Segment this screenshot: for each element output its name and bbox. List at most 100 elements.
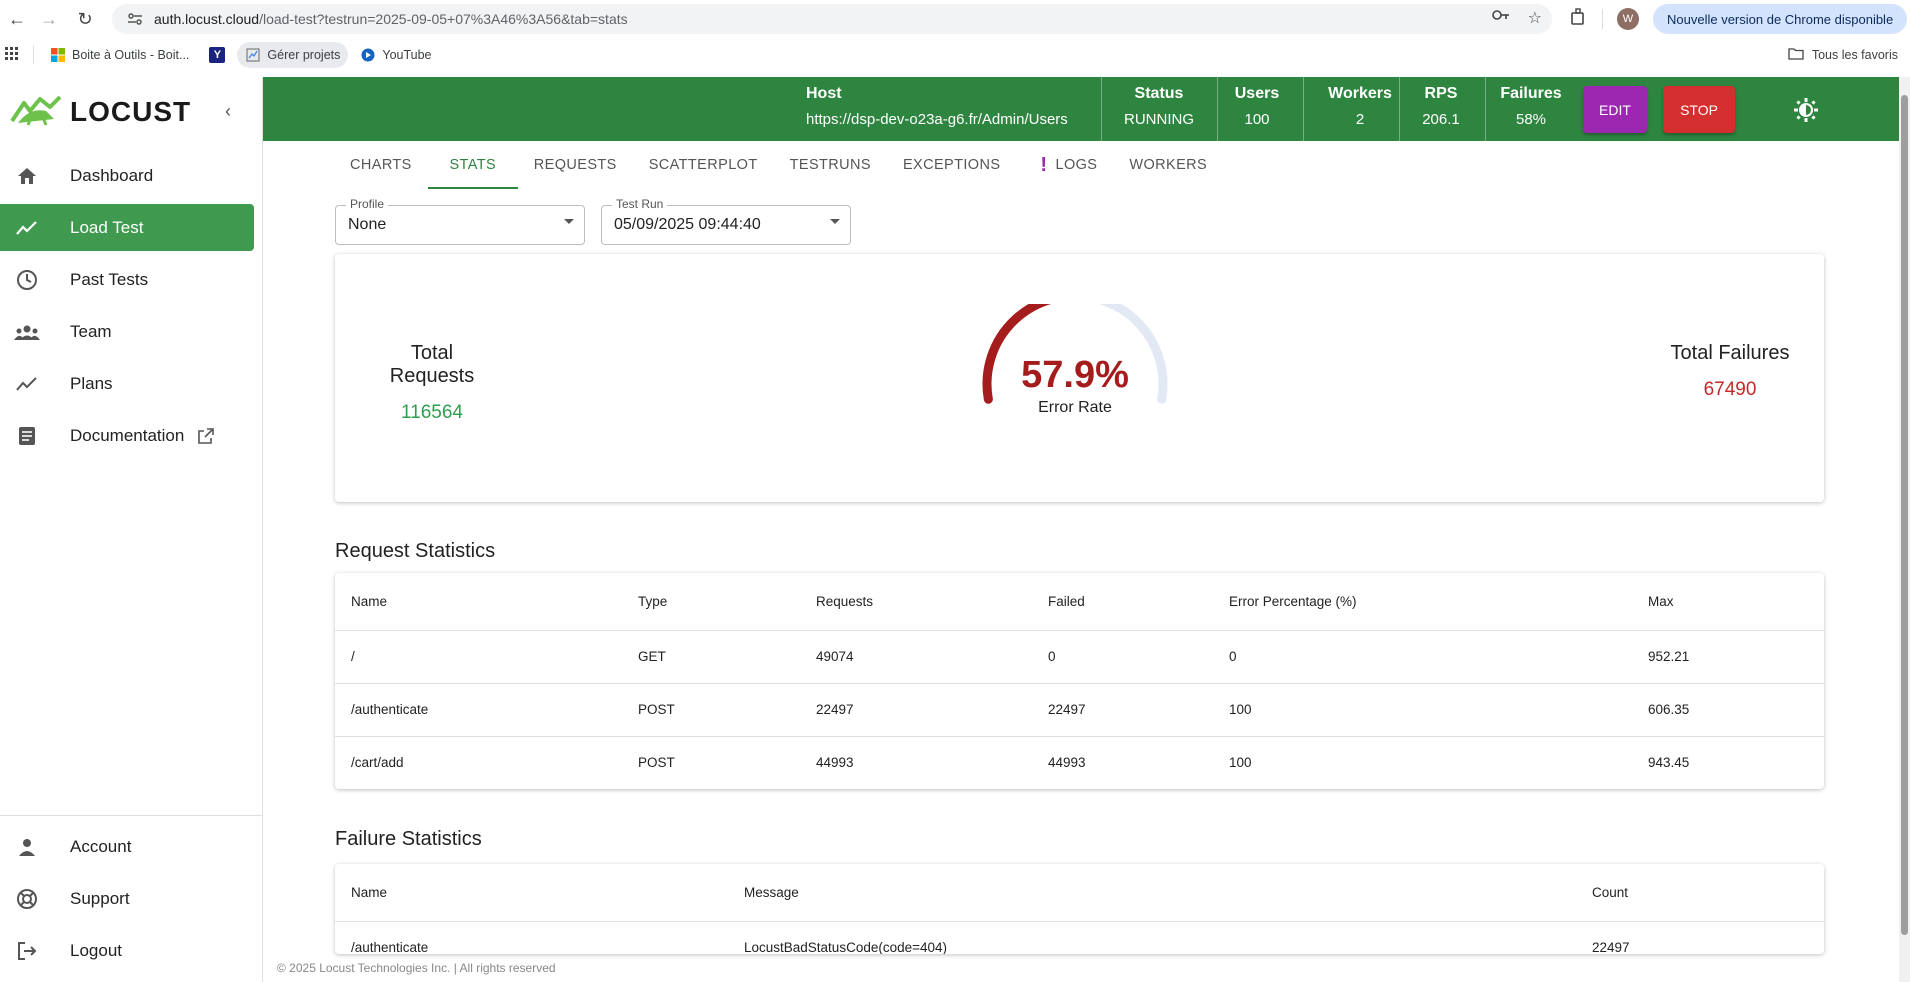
column-header[interactable]: Name	[335, 573, 622, 631]
forward-icon[interactable]: →	[32, 2, 66, 36]
bookmark-label: Gérer projets	[267, 48, 341, 62]
table-cell: 44993	[1048, 755, 1086, 771]
page-scrollbar[interactable]	[1899, 77, 1910, 982]
logo-text: LOCUST	[70, 96, 192, 127]
host-label: Host	[806, 85, 842, 102]
status-label: Status	[1134, 85, 1184, 102]
warning-icon: !	[1040, 153, 1048, 176]
table-cell: /	[335, 630, 622, 684]
test-run-select[interactable]: Test Run 05/09/2025 09:44:40	[601, 197, 851, 245]
sidebar-item-account[interactable]: Account	[0, 823, 254, 870]
profile-avatar[interactable]: W	[1617, 8, 1639, 30]
address-bar[interactable]: auth.locust.cloud/load-test?testrun=2025…	[112, 4, 1552, 34]
summary-card: Total Requests 116564 57.9% Error Rate T…	[335, 254, 1824, 502]
total-requests-value: 116564	[401, 402, 463, 423]
bookmark-youtube[interactable]: YouTube	[352, 42, 439, 68]
table-header-row: Name Message Count	[335, 864, 1824, 922]
column-header[interactable]: Max	[1632, 573, 1824, 631]
header-divider	[1217, 77, 1218, 141]
table-cell: 606.35	[1632, 683, 1824, 737]
sidebar-item-label: Past Tests	[70, 269, 149, 289]
sidebar-item-label: Plans	[70, 373, 113, 393]
sidebar-item-plans[interactable]: Plans	[0, 360, 254, 407]
sidebar-item-logout[interactable]: Logout	[0, 927, 254, 974]
rps-value: 206.1	[1422, 111, 1460, 128]
table-cell: 0	[1032, 630, 1213, 684]
tab-charts[interactable]: CHARTS	[334, 141, 428, 189]
header-divider	[1399, 77, 1400, 141]
site-info-icon[interactable]	[126, 11, 144, 27]
column-header[interactable]: Name	[335, 864, 728, 922]
sidebar-item-dashboard[interactable]: Dashboard	[0, 152, 254, 199]
theme-toggle-icon[interactable]	[1791, 95, 1821, 125]
bookmark-gerer-projets[interactable]: Gérer projets	[237, 42, 349, 68]
scrollbar-thumb[interactable]	[1901, 95, 1908, 935]
table-row: /authenticate POST 22497 22497 100 606.3…	[335, 683, 1824, 737]
sidebar-item-team[interactable]: Team	[0, 308, 254, 355]
stats-tabs: CHARTS STATS REQUESTS SCATTERPLOT TESTRU…	[334, 141, 1223, 189]
tab-logs[interactable]: ! LOGS	[1016, 141, 1113, 189]
all-bookmarks[interactable]: Tous les favoris	[1788, 42, 1898, 68]
table-row: /cart/add POST 44993 44993 100 943.45	[335, 736, 1824, 789]
column-header[interactable]: Type	[622, 573, 800, 631]
dropdown-arrow-icon	[830, 219, 840, 224]
profile-select[interactable]: Profile None	[335, 197, 585, 245]
table-cell: 49074	[800, 630, 1032, 684]
total-requests-label: Total Requests	[389, 342, 475, 387]
table-cell: POST	[622, 683, 800, 737]
sidebar-item-support[interactable]: Support	[0, 875, 254, 922]
table-cell: LocustBadStatusCode(code=404)	[744, 940, 948, 954]
tab-exceptions[interactable]: EXCEPTIONS	[887, 141, 1016, 189]
status-block: Status RUNNING	[1113, 85, 1205, 128]
microsoft-logo-icon	[50, 47, 66, 63]
sidebar-item-load-test[interactable]: Load Test	[0, 204, 254, 251]
locust-logo-icon	[10, 93, 62, 132]
apps-grid-icon[interactable]	[5, 47, 19, 64]
tab-requests[interactable]: REQUESTS	[518, 141, 633, 189]
sidebar-item-label: Documentation	[70, 425, 185, 445]
failures-label: Failures	[1500, 85, 1562, 102]
table-cell: /authenticate	[351, 940, 429, 954]
bookmark-icon-only[interactable]: Y	[201, 42, 233, 68]
profile-select-label: Profile	[346, 197, 389, 211]
table-cell: GET	[622, 630, 800, 684]
bookmark-y-icon: Y	[209, 47, 226, 63]
table-cell: /authenticate	[335, 683, 622, 737]
failure-stats-title: Failure Statistics	[335, 828, 482, 850]
column-header[interactable]: Error Percentage (%)	[1213, 573, 1632, 631]
table-row: /authenticate LocustBadStatusCode(code=4…	[335, 921, 1824, 954]
bookmark-star-icon[interactable]: ☆	[1528, 8, 1542, 28]
chrome-update-chip[interactable]: Nouvelle version de Chrome disponible	[1653, 4, 1908, 34]
password-key-icon[interactable]	[1491, 8, 1510, 28]
chart-icon	[14, 372, 40, 396]
back-icon[interactable]: ←	[0, 2, 34, 36]
tab-testruns[interactable]: TESTRUNS	[774, 141, 887, 189]
test-run-select-value: 05/09/2025 09:44:40	[614, 216, 761, 233]
sidebar-item-past-tests[interactable]: Past Tests	[0, 256, 254, 303]
column-header[interactable]: Count	[1576, 864, 1824, 922]
sidebar-item-documentation[interactable]: Documentation	[0, 412, 254, 459]
chevron-left-icon[interactable]: ‹	[216, 99, 240, 123]
tab-scatterplot[interactable]: SCATTERPLOT	[633, 141, 774, 189]
users-value: 100	[1244, 111, 1270, 128]
sidebar-bottom: Account Support Logout	[0, 815, 262, 979]
header-divider	[1101, 77, 1102, 141]
tab-stats[interactable]: STATS	[427, 141, 518, 189]
column-header[interactable]: Requests	[800, 573, 1032, 631]
edit-button[interactable]: EDIT	[1583, 86, 1647, 133]
column-header[interactable]: Message	[728, 864, 1576, 922]
table-row: / GET 49074 0 0 952.21	[335, 630, 1824, 684]
extensions-icon[interactable]	[1570, 7, 1588, 31]
logout-icon	[14, 939, 40, 963]
table-cell: 22497	[800, 683, 1032, 737]
reload-icon[interactable]: ↻	[68, 2, 102, 36]
bookmark-boite-outils[interactable]: Boite à Outils - Boit...	[42, 42, 197, 68]
table-cell: /cart/add	[351, 755, 404, 771]
tab-workers[interactable]: WORKERS	[1113, 141, 1223, 189]
stop-button[interactable]: STOP	[1663, 86, 1735, 133]
rps-label: RPS	[1424, 85, 1458, 102]
doc-icon	[14, 424, 40, 448]
column-header[interactable]: Failed	[1032, 573, 1213, 631]
table-cell: 943.45	[1648, 755, 1690, 771]
table-cell: 22497	[1032, 683, 1213, 737]
